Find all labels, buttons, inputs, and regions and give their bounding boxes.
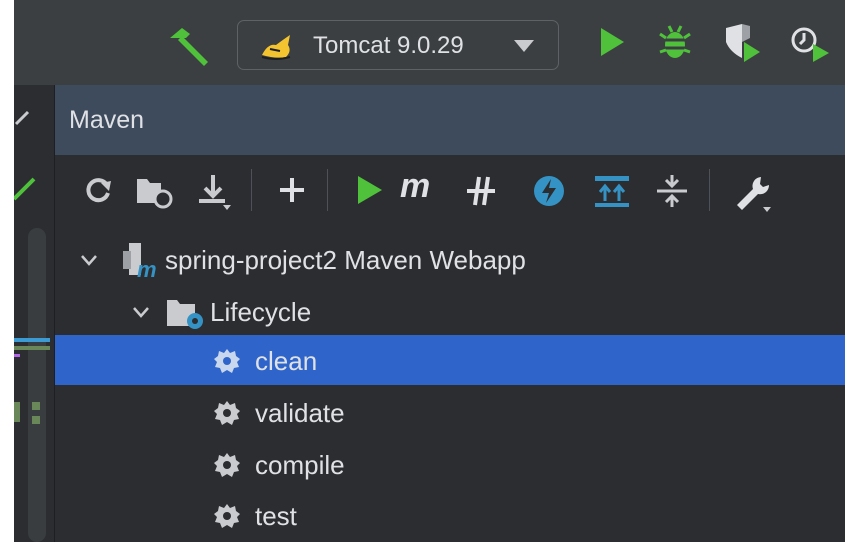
add-icon[interactable] bbox=[277, 173, 307, 207]
main-toolbar: Tomcat 9.0.29 bbox=[14, 0, 845, 85]
toolbar-separator bbox=[709, 169, 710, 211]
svg-text:m: m bbox=[137, 257, 157, 277]
profile-icon[interactable] bbox=[789, 22, 833, 62]
gear-icon bbox=[214, 349, 240, 373]
skip-tests-icon[interactable] bbox=[531, 173, 567, 209]
green-check-icon bbox=[14, 177, 36, 201]
run-maven-build-icon[interactable] bbox=[355, 173, 385, 207]
maven-project-tree: m spring-project2 Maven Webapp Lifecycle… bbox=[55, 227, 845, 542]
ide-window: Tomcat 9.0.29 Maven m m spring-project2 … bbox=[14, 0, 845, 542]
goal-label: clean bbox=[255, 346, 318, 376]
collapse-chevron-icon[interactable] bbox=[14, 108, 38, 132]
lifecycle-folder-icon bbox=[167, 300, 203, 329]
gear-icon bbox=[214, 453, 240, 477]
run-configuration-selector[interactable]: Tomcat 9.0.29 bbox=[237, 20, 559, 70]
tree-node-goal-test[interactable]: test bbox=[55, 490, 845, 540]
show-dependencies-icon[interactable] bbox=[593, 173, 631, 209]
project-name: spring-project2 Maven Webapp bbox=[165, 245, 526, 275]
toolbar-separator bbox=[327, 169, 328, 211]
goal-label: test bbox=[255, 501, 297, 531]
chevron-down-icon[interactable] bbox=[131, 302, 151, 322]
settings-icon[interactable] bbox=[733, 173, 773, 213]
goal-label: compile bbox=[255, 450, 345, 480]
tree-node-goal-compile[interactable]: compile bbox=[55, 439, 845, 489]
tool-window-title: Maven bbox=[69, 106, 145, 134]
lifecycle-label: Lifecycle bbox=[210, 297, 312, 327]
tree-node-lifecycle[interactable]: Lifecycle bbox=[55, 286, 845, 336]
run-icon[interactable] bbox=[598, 22, 626, 62]
reload-icon[interactable] bbox=[81, 173, 115, 207]
tree-node-goal-validate[interactable]: validate bbox=[55, 387, 845, 437]
toggle-offline-icon[interactable] bbox=[463, 173, 499, 209]
debug-icon[interactable] bbox=[658, 22, 692, 62]
build-hammer-icon[interactable] bbox=[164, 24, 212, 68]
chevron-down-icon bbox=[514, 40, 534, 52]
tomcat-icon bbox=[261, 35, 291, 60]
generate-sources-icon[interactable] bbox=[135, 173, 175, 209]
maven-project-icon: m bbox=[123, 243, 157, 277]
tree-node-goal-clean[interactable]: clean bbox=[55, 335, 845, 385]
run-configuration-label: Tomcat 9.0.29 bbox=[313, 32, 464, 59]
download-icon[interactable] bbox=[195, 173, 235, 211]
collapse-all-icon[interactable] bbox=[655, 173, 689, 209]
execute-goal-icon[interactable]: m bbox=[400, 167, 430, 206]
goal-label: validate bbox=[255, 398, 345, 428]
tree-node-project[interactable]: m spring-project2 Maven Webapp bbox=[55, 234, 845, 284]
maven-toolbar: m bbox=[55, 155, 845, 227]
chevron-down-icon[interactable] bbox=[79, 250, 99, 270]
gear-icon bbox=[214, 401, 240, 425]
gear-icon bbox=[214, 504, 240, 528]
toolbar-separator bbox=[251, 169, 252, 211]
coverage-icon[interactable] bbox=[722, 22, 762, 62]
maven-tool-window-header: Maven bbox=[55, 85, 845, 155]
gutter-markers bbox=[14, 338, 50, 424]
